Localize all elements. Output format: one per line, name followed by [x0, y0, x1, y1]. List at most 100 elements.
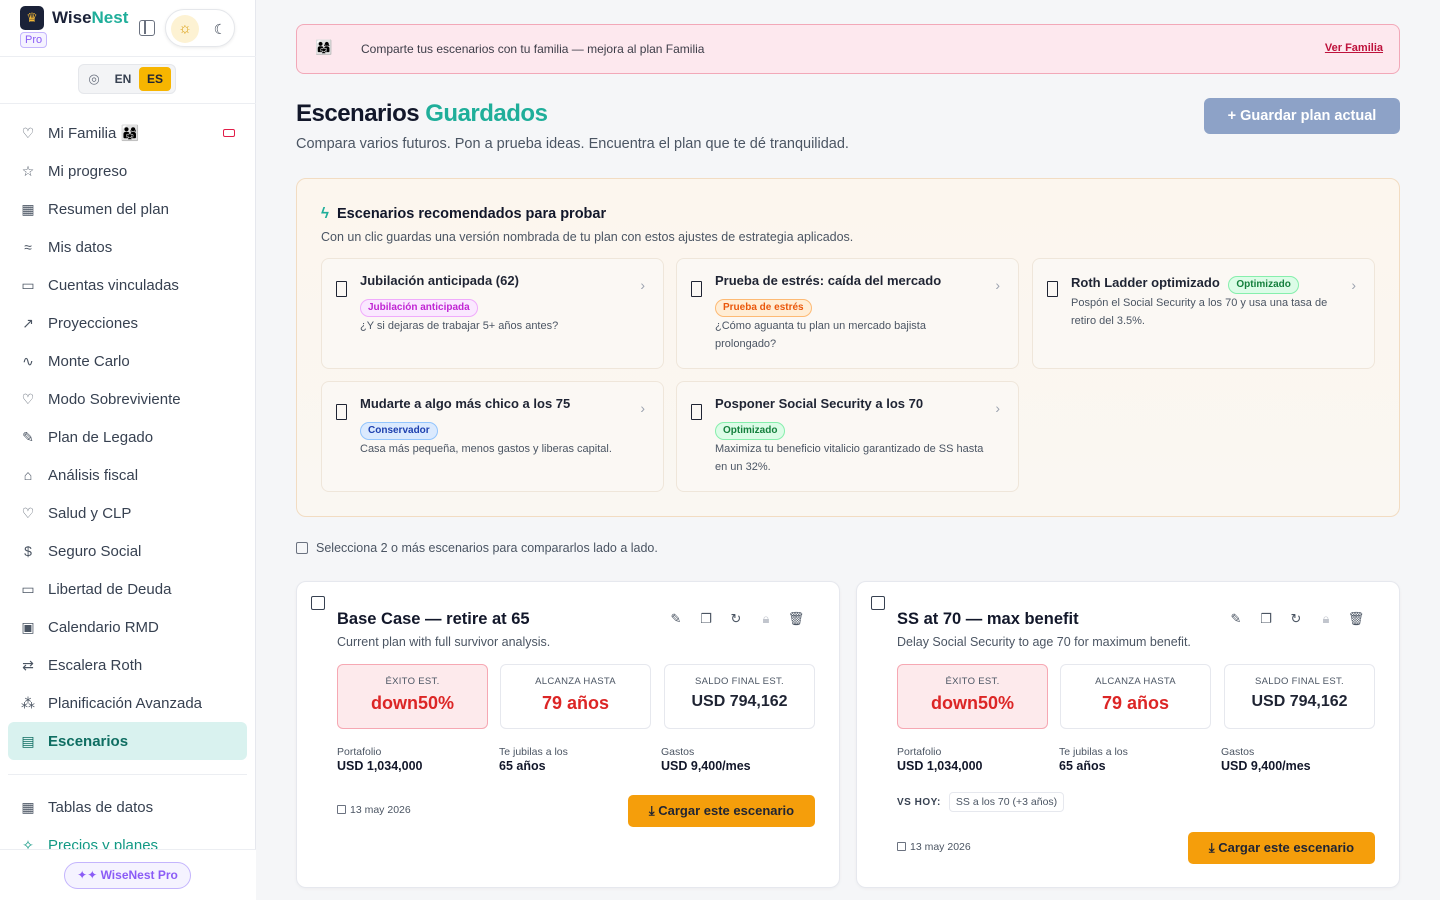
- recommended-card-stress-test[interactable]: Prueba de estrés: caída del mercado › Pr…: [676, 258, 1019, 369]
- sidebar-item-label: Análisis fiscal: [48, 466, 139, 484]
- heart-pulse-icon: ♡: [21, 505, 35, 521]
- sidebar-item-proyecciones[interactable]: ↗ Proyecciones: [8, 304, 247, 342]
- trash-icon[interactable]: 🗑︎: [781, 611, 811, 627]
- sidebar-item-fiscal[interactable]: ⌂ Análisis fiscal: [8, 456, 247, 494]
- category-tag: Conservador: [360, 422, 438, 440]
- sidebar-item-monte-carlo[interactable]: ∿ Monte Carlo: [8, 342, 247, 380]
- language-switch: ◎ EN ES: [78, 64, 176, 94]
- calendar-icon: [897, 842, 906, 851]
- scenario-icon: [336, 404, 347, 420]
- lock-icon[interactable]: 🔒︎: [751, 611, 781, 627]
- card-description: Pospón el Social Security a los 70 y usa…: [1071, 297, 1328, 327]
- stat-value: 79 años: [541, 693, 610, 713]
- stat-label: ALCANZA HASTA: [1095, 676, 1176, 687]
- sun-icon[interactable]: ☼: [171, 15, 199, 43]
- category-tag: Optimizado: [715, 422, 786, 440]
- divider: [0, 103, 256, 104]
- scenario-card: Base Case — retire at 65 Current plan wi…: [296, 581, 840, 888]
- scenario-description: Current plan with full survivor analysis…: [337, 635, 551, 649]
- lock-icon[interactable]: 🔒︎: [1311, 611, 1341, 627]
- moon-icon[interactable]: ☾: [206, 15, 234, 43]
- sidebar-item-cuentas[interactable]: ▭ Cuentas vinculadas: [8, 266, 247, 304]
- recommended-card-early-retirement[interactable]: Jubilación anticipada (62) › Jubilación …: [321, 258, 664, 369]
- family-icon: 👨‍👩‍👧: [315, 39, 334, 55]
- duplicate-icon[interactable]: ❐: [691, 611, 721, 627]
- edit-icon[interactable]: ✎: [1221, 611, 1251, 627]
- sidebar-item-mis-datos[interactable]: ≈ Mis datos: [8, 228, 247, 266]
- sidebar-item-mi-progreso[interactable]: ☆ Mi progreso: [8, 152, 247, 190]
- edit-icon[interactable]: ✎: [661, 611, 691, 627]
- card-icon: [223, 129, 235, 137]
- sidebar-item-escenarios[interactable]: ▤ Escenarios: [8, 722, 247, 760]
- sidebar-item-label: Mis datos: [48, 238, 113, 256]
- sidebar-item-sobreviviente[interactable]: ♡ Modo Sobreviviente: [8, 380, 247, 418]
- sidebar-item-seguro-social[interactable]: $ Seguro Social: [8, 532, 247, 570]
- globe-icon: ◎: [88, 71, 100, 86]
- table-icon: ▦: [21, 799, 35, 815]
- heart-icon: ♡: [21, 391, 35, 407]
- scenario-select-checkbox[interactable]: [311, 596, 325, 610]
- theme-toggle[interactable]: ☼ ☾: [165, 9, 235, 47]
- card-description: ¿Y si dejaras de trabajar 5+ años antes?: [360, 320, 559, 332]
- upgrade-banner: 👨‍👩‍👧 Comparte tus escenarios con tu fam…: [296, 24, 1400, 74]
- card-title: Roth Ladder optimizado Optimizado: [1071, 275, 1299, 294]
- save-icon: ▤: [21, 733, 35, 749]
- stat-label: ALCANZA HASTA: [535, 676, 616, 687]
- scenario-card: SS at 70 — max benefit Delay Social Secu…: [856, 581, 1400, 888]
- download-icon: ⤓: [648, 803, 659, 818]
- refresh-icon[interactable]: ↻: [1281, 611, 1311, 627]
- spending-info: Gastos USD 9,400/mes: [661, 746, 751, 773]
- page-title: Escenarios Guardados: [296, 100, 548, 127]
- sidebar-item-rmd[interactable]: ▣ Calendario RMD: [8, 608, 247, 646]
- sidebar-item-resumen[interactable]: ▦ Resumen del plan: [8, 190, 247, 228]
- recommended-card-delay-ss[interactable]: Posponer Social Security a los 70 › Opti…: [676, 381, 1019, 492]
- sidebar-item-avanzada[interactable]: ⁂ Planificación Avanzada: [8, 684, 247, 722]
- lang-es-button[interactable]: ES: [139, 67, 171, 91]
- portfolio-info: Portafolio USD 1,034,000: [897, 746, 983, 773]
- wisenest-pro-button[interactable]: ✦✦ WiseNest Pro: [64, 862, 191, 889]
- stat-lasts-until: ALCANZA HASTA 79 años: [1060, 664, 1211, 729]
- sidebar-item-label: Monte Carlo: [48, 352, 130, 370]
- sidebar: ♛ WiseNest Pro ☼ ☾ ◎ EN ES ♡ Mi Familia 👨…: [0, 0, 256, 900]
- sidebar-item-salud[interactable]: ♡ Salud y CLP: [8, 494, 247, 532]
- refresh-icon[interactable]: ↻: [721, 611, 751, 627]
- recommended-card-roth-ladder[interactable]: Roth Ladder optimizado Optimizado › Posp…: [1032, 258, 1375, 369]
- sidebar-item-label: Proyecciones: [48, 314, 139, 332]
- card-description: ¿Cómo aguanta tu plan un mercado bajista…: [715, 320, 926, 350]
- dashboard-icon: ▦: [21, 201, 35, 217]
- brand[interactable]: ♛ WiseNest Pro: [20, 6, 128, 50]
- stat-label: SALDO FINAL EST.: [1255, 676, 1344, 687]
- card-title: Prueba de estrés: caída del mercado: [715, 273, 942, 288]
- sidebar-item-mi-familia[interactable]: ♡ Mi Familia 👨‍👩‍👧: [8, 114, 247, 152]
- lang-en-button[interactable]: EN: [107, 67, 139, 91]
- scenario-icon: [1047, 281, 1058, 297]
- load-scenario-button[interactable]: ⤓ Cargar este escenario: [1188, 832, 1375, 864]
- stat-label: ÉXITO EST.: [945, 676, 1000, 687]
- chevron-right-icon: ›: [640, 277, 645, 293]
- stat-final-balance: SALDO FINAL EST. USD 794,162: [1224, 664, 1375, 729]
- scenario-actions: ✎ ❐ ↻ 🔒︎ 🗑︎: [1221, 611, 1371, 627]
- trash-icon[interactable]: 🗑︎: [1341, 611, 1371, 627]
- sidebar-item-tablas[interactable]: ▦ Tablas de datos: [8, 788, 247, 826]
- scenario-title: SS at 70 — max benefit: [897, 610, 1079, 628]
- retire-info: Te jubilas a los 65 años: [499, 746, 568, 773]
- pro-badge: Pro: [20, 32, 48, 48]
- save-plan-button[interactable]: + Guardar plan actual: [1204, 98, 1400, 134]
- sidebar-item-legado[interactable]: ✎ Plan de Legado: [8, 418, 247, 456]
- sidebar-item-deuda[interactable]: ▭ Libertad de Deuda: [8, 570, 247, 608]
- stat-label: SALDO FINAL EST.: [695, 676, 784, 687]
- sidebar-item-roth[interactable]: ⇄ Escalera Roth: [8, 646, 247, 684]
- stat-success: ÉXITO EST. down50%: [897, 664, 1048, 729]
- recommended-card-downsize[interactable]: Mudarte a algo más chico a los 75 › Cons…: [321, 381, 664, 492]
- download-icon: ⤓: [1208, 840, 1219, 855]
- retire-info: Te jubilas a los 65 años: [1059, 746, 1128, 773]
- duplicate-icon[interactable]: ❐: [1251, 611, 1281, 627]
- dollar-circle-icon: $: [24, 543, 32, 559]
- sidebar-collapse-icon[interactable]: [139, 20, 155, 36]
- load-scenario-button[interactable]: ⤓ Cargar este escenario: [628, 795, 815, 827]
- scenario-select-checkbox[interactable]: [871, 596, 885, 610]
- sidebar-nav: ♡ Mi Familia 👨‍👩‍👧 ☆ Mi progreso ▦ Resumen …: [8, 114, 247, 760]
- sidebar-item-label: Salud y CLP: [48, 504, 132, 522]
- divider: [8, 774, 247, 775]
- ver-familia-link[interactable]: Ver Familia: [1325, 42, 1383, 54]
